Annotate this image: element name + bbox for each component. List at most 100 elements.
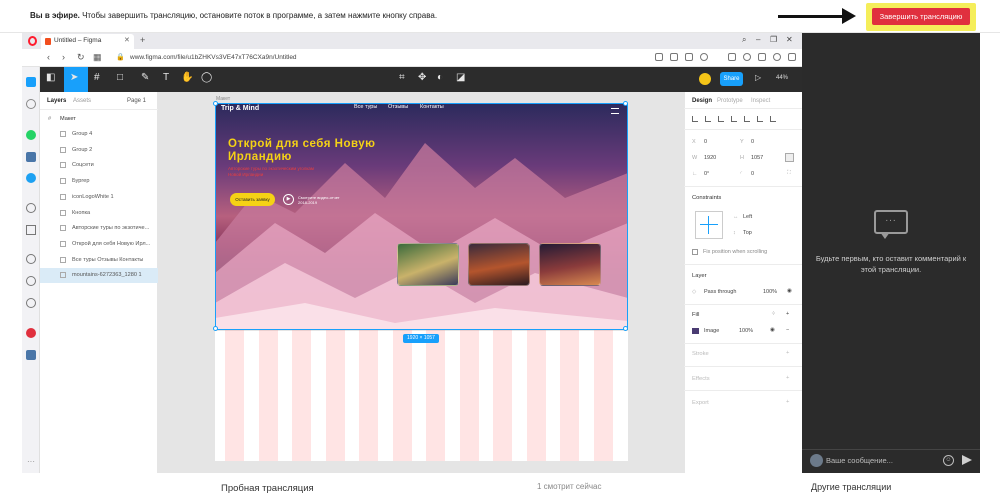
layer-row[interactable]: iconLogoWhite 1 xyxy=(40,190,158,205)
tab-prototype[interactable]: Prototype xyxy=(717,98,743,104)
fill-swatch[interactable] xyxy=(692,328,699,334)
tab-assets[interactable]: Assets xyxy=(73,98,91,104)
search-tabs-icon[interactable]: ⌕ xyxy=(742,35,746,45)
x-input[interactable]: 0 xyxy=(704,139,707,145)
fix-position-checkbox[interactable] xyxy=(692,249,698,255)
h-input[interactable]: 1057 xyxy=(751,155,763,161)
player-icon[interactable] xyxy=(26,203,36,213)
extensions-puzzle-icon[interactable] xyxy=(728,53,736,61)
constraints-widget[interactable] xyxy=(695,211,723,239)
layer-row[interactable]: Group 2 xyxy=(40,143,158,158)
resize-handle-br[interactable] xyxy=(623,326,628,331)
star-icon[interactable] xyxy=(26,99,36,109)
radius-input[interactable]: 0 xyxy=(751,171,754,177)
resize-handle-tr[interactable] xyxy=(623,101,628,106)
layer-row[interactable]: mountains-6272363_1280 1 xyxy=(40,268,158,284)
reload-icon[interactable]: ↻ xyxy=(77,52,85,63)
page-selector[interactable]: Page 1 xyxy=(127,98,146,104)
chat-message-input[interactable] xyxy=(826,452,932,468)
tab-inspect[interactable]: Inspect xyxy=(751,98,770,104)
independent-corners-icon[interactable]: ⛶ xyxy=(787,170,791,177)
fill-opacity-input[interactable]: 100% xyxy=(739,328,753,334)
crop-icon[interactable]: ⌗ xyxy=(399,72,405,83)
zoom-level[interactable]: 44% xyxy=(776,75,788,81)
tab-layers[interactable]: Layers xyxy=(47,98,66,104)
mask-icon[interactable]: ◐ xyxy=(437,72,443,83)
frame-label[interactable]: Макет xyxy=(216,96,230,102)
opera-logo-icon[interactable] xyxy=(28,36,37,46)
whatsapp-icon[interactable] xyxy=(26,130,36,140)
effects-section-title[interactable]: Effects xyxy=(692,376,710,382)
send-icon[interactable] xyxy=(26,225,36,235)
pinboard-icon[interactable] xyxy=(26,328,36,338)
heart-icon[interactable] xyxy=(26,254,36,264)
layer-row[interactable]: Кнопка xyxy=(40,206,158,221)
visibility-eye-icon[interactable]: ◉ xyxy=(787,288,792,294)
add-stroke-icon[interactable]: + xyxy=(786,350,789,356)
add-export-icon[interactable]: + xyxy=(786,399,789,405)
align-top-icon[interactable] xyxy=(731,116,737,122)
fill-styles-icon[interactable]: ⁘ xyxy=(771,311,776,317)
constraint-v-select[interactable]: Top xyxy=(743,230,752,236)
minimize-icon[interactable]: – xyxy=(756,35,760,44)
rectangle-tool-icon[interactable]: □ xyxy=(117,72,123,83)
url-field[interactable]: www.figma.com/file/u1bZHKVs3VE47xT76CXa9… xyxy=(130,54,297,61)
fill-visibility-eye-icon[interactable]: ◉ xyxy=(770,327,775,333)
stroke-section-title[interactable]: Stroke xyxy=(692,351,709,357)
new-tab-icon[interactable]: + xyxy=(140,35,145,45)
vpn-icon[interactable] xyxy=(685,53,693,61)
maximize-icon[interactable]: ❐ xyxy=(770,35,777,44)
more-icon[interactable]: ··· xyxy=(27,457,35,466)
pen-tool-icon[interactable]: ✎ xyxy=(141,72,149,83)
layer-row[interactable]: Все туры Отзывы Контакты xyxy=(40,253,158,268)
constrain-proportions-icon[interactable] xyxy=(785,153,794,162)
boolean-icon[interactable]: ◪ xyxy=(456,72,465,83)
back-icon[interactable]: ‹ xyxy=(47,52,50,62)
export-section-title[interactable]: Export xyxy=(692,400,709,406)
add-fill-icon[interactable]: + xyxy=(786,311,789,317)
send-message-icon[interactable] xyxy=(962,455,972,465)
close-tab-icon[interactable]: ✕ xyxy=(124,36,130,44)
distribute-icon[interactable] xyxy=(770,116,776,122)
y-input[interactable]: 0 xyxy=(751,139,754,145)
tab-design[interactable]: Design xyxy=(692,98,712,104)
user-avatar[interactable] xyxy=(699,73,711,85)
extension-icon[interactable] xyxy=(655,53,663,61)
layer-row[interactable]: Авторские туры по экзотиче... xyxy=(40,221,158,236)
align-middle-icon[interactable] xyxy=(744,116,750,122)
layer-row[interactable]: Соцсети xyxy=(40,158,158,173)
align-bottom-icon[interactable] xyxy=(757,116,763,122)
layer-row[interactable]: Открой для себя Новую Ирл... xyxy=(40,237,158,252)
other-streams-link[interactable]: Другие трансляции xyxy=(811,482,891,492)
present-icon[interactable]: ▷ xyxy=(755,73,761,82)
layer-row[interactable]: Group 4 xyxy=(40,127,158,142)
bookmark-heart-icon[interactable] xyxy=(700,53,708,61)
hand-tool-icon[interactable]: ✋ xyxy=(181,72,193,83)
w-input[interactable]: 1920 xyxy=(704,155,716,161)
blend-mode-select[interactable]: Pass through xyxy=(704,289,736,295)
twitter-icon[interactable] xyxy=(26,173,36,183)
speed-dial-icon[interactable]: ▦ xyxy=(93,52,102,63)
figma-menu-icon[interactable]: ◧ xyxy=(46,72,55,83)
layer-opacity-input[interactable]: 100% xyxy=(763,289,777,295)
settings-icon[interactable] xyxy=(26,298,36,308)
close-window-icon[interactable]: ✕ xyxy=(786,35,793,44)
align-center-h-icon[interactable] xyxy=(705,116,711,122)
align-left-icon[interactable] xyxy=(692,116,698,122)
layer-row[interactable]: Бургер xyxy=(40,174,158,189)
emoji-icon[interactable]: ☺ xyxy=(943,455,954,466)
history-icon[interactable] xyxy=(26,276,36,286)
rotation-input[interactable]: 0° xyxy=(704,171,709,177)
constraint-h-select[interactable]: Left xyxy=(743,214,752,220)
end-stream-button[interactable]: Завершить трансляцию xyxy=(872,8,970,25)
align-right-icon[interactable] xyxy=(718,116,724,122)
account-icon[interactable] xyxy=(773,53,781,61)
component-icon[interactable]: ✥ xyxy=(418,72,426,83)
wallet-icon[interactable] xyxy=(26,350,36,360)
forward-icon[interactable]: › xyxy=(62,52,65,62)
camera-icon[interactable] xyxy=(670,53,678,61)
add-effect-icon[interactable]: + xyxy=(786,375,789,381)
remove-fill-icon[interactable]: − xyxy=(786,327,789,333)
fill-type[interactable]: Image xyxy=(704,328,719,334)
menu-icon[interactable] xyxy=(788,53,796,61)
